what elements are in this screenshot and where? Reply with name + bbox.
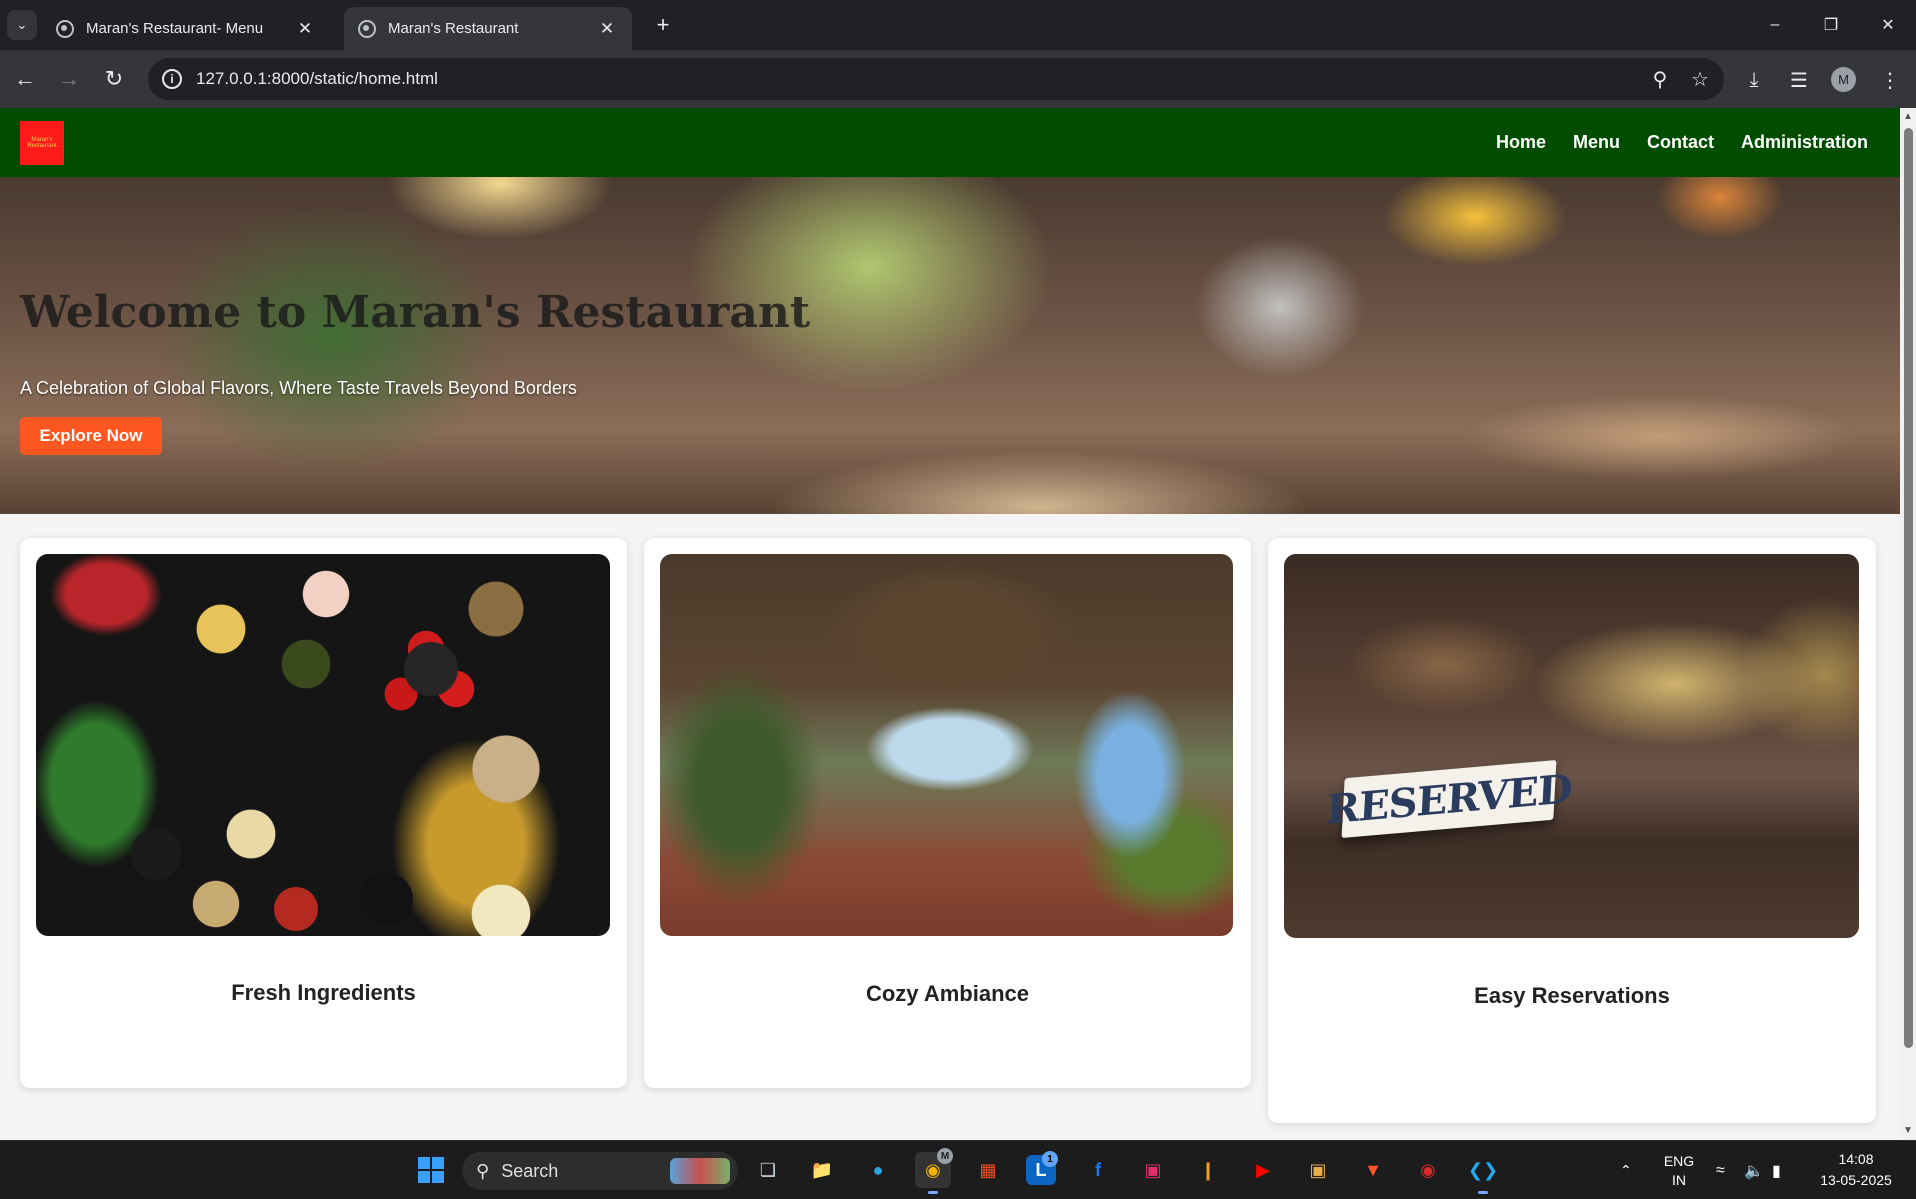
- chrome-icon[interactable]: ◉ M: [915, 1148, 953, 1194]
- close-icon[interactable]: ✕: [596, 19, 618, 39]
- url-text[interactable]: 127.0.0.1:8000/static/home.html: [196, 69, 1644, 89]
- profile-avatar[interactable]: M: [1831, 67, 1856, 92]
- globe-icon: [56, 19, 74, 38]
- outdoor-dining-terrace-photo: [660, 554, 1233, 936]
- wifi-icon[interactable]: ≈: [1716, 1141, 1725, 1199]
- edge-icon[interactable]: ●: [860, 1152, 896, 1188]
- hero-subtitle: A Celebration of Global Flavors, Where T…: [20, 378, 577, 398]
- reserved-table-sign-photo: RESERVED: [1284, 554, 1859, 938]
- globe-icon: [358, 19, 376, 38]
- pinned-app-icon[interactable]: ❙: [1190, 1152, 1226, 1188]
- restaurant-logo[interactable]: Maran's Restaurant: [20, 121, 64, 165]
- tab-title: Maran's Restaurant- Menu: [86, 20, 264, 37]
- chrome-profile-badge: M: [937, 1148, 953, 1164]
- taskbar-clock[interactable]: 14:08 13-05-2025: [1806, 1149, 1906, 1191]
- region-code: IN: [1672, 1171, 1686, 1188]
- logo-text: Maran's Restaurant: [27, 137, 57, 149]
- feature-card-fresh-ingredients: Fresh Ingredients: [20, 538, 627, 1088]
- tab-home[interactable]: Maran's Restaurant ✕: [344, 7, 632, 50]
- scrollbar-thumb[interactable]: [1904, 128, 1913, 1048]
- linkedin-icon[interactable]: L 1: [1026, 1151, 1058, 1185]
- search-icon: ⚲: [476, 1160, 490, 1181]
- windows-taskbar: ⚲ Search ❏ 📁 ● ◉ M ▦ L 1 f ▣ ❙ ▶ ▣ ▼ ◉ ❮…: [0, 1140, 1916, 1199]
- instagram-icon[interactable]: ▣: [1135, 1152, 1171, 1188]
- tab-title: Maran's Restaurant: [388, 20, 519, 37]
- microsoft-store-icon[interactable]: ▦: [970, 1152, 1006, 1188]
- media-controls-icon[interactable]: ☰: [1783, 64, 1815, 96]
- bookmark-star-icon[interactable]: ☆: [1684, 67, 1716, 92]
- site-navbar: Maran's Restaurant Home Menu Contact Adm…: [0, 108, 1900, 177]
- nav-home-link[interactable]: Home: [1496, 132, 1546, 153]
- game-app-icon[interactable]: ▣: [1300, 1152, 1336, 1188]
- vscode-icon[interactable]: ❮❯: [1465, 1152, 1501, 1194]
- feature-caption: Cozy Ambiance: [865, 981, 1029, 1006]
- feature-caption: Fresh Ingredients: [231, 980, 416, 1005]
- close-icon[interactable]: ✕: [294, 19, 316, 39]
- feature-caption: Easy Reservations: [1474, 983, 1670, 1008]
- taskbar-search[interactable]: ⚲ Search: [462, 1152, 738, 1190]
- brave-icon[interactable]: ▼: [1355, 1152, 1391, 1188]
- show-hidden-icons-icon[interactable]: ⌃: [1620, 1141, 1632, 1199]
- red-app-icon[interactable]: ◉: [1410, 1152, 1446, 1188]
- windows-start-icon[interactable]: [413, 1152, 449, 1188]
- nav-administration-link[interactable]: Administration: [1741, 132, 1868, 153]
- task-view-icon[interactable]: ❏: [750, 1152, 786, 1188]
- more-menu-icon[interactable]: ⋮: [1874, 64, 1906, 96]
- back-arrow-icon[interactable]: ←: [10, 64, 40, 94]
- scroll-down-icon[interactable]: ▼: [1902, 1125, 1914, 1137]
- hero-banner: Welcome to Maran's Restaurant A Celebrat…: [0, 177, 1900, 514]
- nav-menu-link[interactable]: Menu: [1573, 132, 1620, 153]
- hero-title: Welcome to Maran's Restaurant: [20, 287, 811, 338]
- youtube-icon[interactable]: ▶: [1245, 1152, 1281, 1188]
- active-indicator: [928, 1191, 938, 1194]
- browser-tab-strip: ⌄ Maran's Restaurant- Menu ✕ Maran's Res…: [0, 0, 1916, 50]
- fresh-ingredients-photo: [36, 554, 610, 936]
- language-code: ENG: [1663, 1152, 1695, 1169]
- linkedin-notification-badge: 1: [1042, 1151, 1058, 1167]
- clock-date: 13-05-2025: [1820, 1172, 1892, 1188]
- file-explorer-icon[interactable]: 📁: [804, 1152, 840, 1188]
- nav-contact-link[interactable]: Contact: [1647, 132, 1714, 153]
- address-bar[interactable]: i 127.0.0.1:8000/static/home.html ⚲ ☆: [148, 58, 1724, 100]
- reload-icon[interactable]: ↻: [99, 64, 129, 94]
- window-close-icon[interactable]: ✕: [1860, 0, 1916, 50]
- download-icon[interactable]: ⤓: [1738, 64, 1770, 96]
- tab-menu[interactable]: Maran's Restaurant- Menu ✕: [42, 7, 330, 50]
- facebook-icon[interactable]: f: [1080, 1152, 1116, 1188]
- forward-arrow-icon[interactable]: →: [54, 64, 84, 94]
- explore-now-button[interactable]: Explore Now: [20, 417, 162, 455]
- battery-icon[interactable]: ▮: [1772, 1141, 1781, 1199]
- feature-card-easy-reservations: RESERVED Easy Reservations: [1268, 538, 1876, 1123]
- minimize-icon[interactable]: –: [1747, 0, 1803, 50]
- page-viewport: Maran's Restaurant Home Menu Contact Adm…: [0, 108, 1916, 1140]
- new-tab-plus-icon[interactable]: +: [648, 10, 678, 40]
- volume-icon[interactable]: 🔈: [1744, 1141, 1764, 1199]
- clock-time: 14:08: [1838, 1151, 1874, 1167]
- language-indicator[interactable]: ENG IN: [1662, 1141, 1696, 1199]
- site-info-icon[interactable]: i: [162, 69, 182, 89]
- search-highlight-icon: [670, 1158, 730, 1184]
- tab-search-chevron-icon[interactable]: ⌄: [7, 10, 37, 40]
- feature-card-cozy-ambiance: Cozy Ambiance: [644, 538, 1251, 1088]
- restore-icon[interactable]: ❐: [1803, 0, 1859, 50]
- active-indicator: [1478, 1191, 1488, 1194]
- scroll-up-icon[interactable]: ▲: [1902, 111, 1914, 123]
- zoom-icon[interactable]: ⚲: [1644, 67, 1676, 92]
- page-scrollbar[interactable]: ▲ ▼: [1900, 108, 1916, 1140]
- search-label: Search: [501, 1160, 559, 1181]
- reserved-sign-text: RESERVED: [1325, 759, 1573, 839]
- browser-toolbar: ← → ↻ i 127.0.0.1:8000/static/home.html …: [0, 50, 1916, 108]
- main-nav: Home Menu Contact Administration: [1496, 108, 1868, 177]
